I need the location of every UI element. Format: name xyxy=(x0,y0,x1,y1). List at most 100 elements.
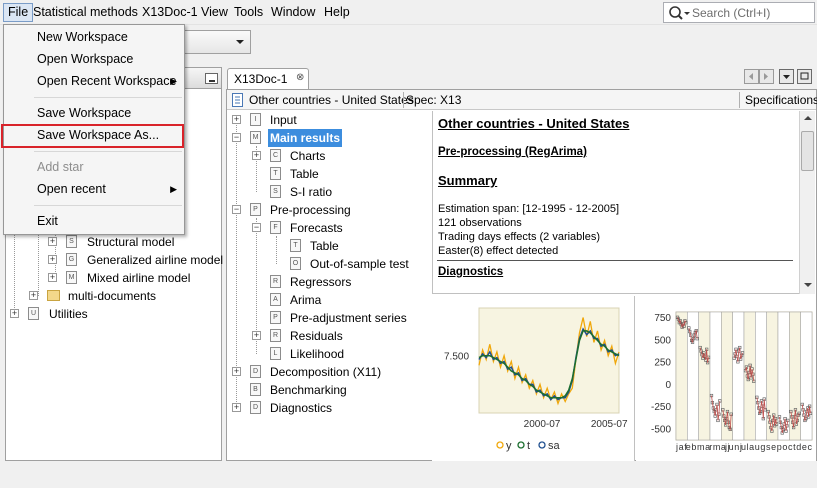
output-tree-label: Main results xyxy=(268,129,343,147)
highlight-annotation xyxy=(1,124,184,148)
node-icon: F xyxy=(270,221,281,234)
menu-open-workspace[interactable]: Open Workspace xyxy=(5,49,183,70)
model-icon: G xyxy=(66,253,77,266)
legend-label: y xyxy=(506,440,512,452)
month-band xyxy=(698,311,711,441)
month-band xyxy=(755,311,767,441)
scroll-thumb[interactable] xyxy=(801,131,814,171)
expand-icon[interactable]: + xyxy=(252,331,261,340)
legend-label: t xyxy=(527,440,530,452)
spec-label: Spec: X13 xyxy=(406,93,462,107)
node-icon: D xyxy=(250,401,261,414)
node-icon: P xyxy=(270,311,281,324)
y-tick-label: -500 xyxy=(651,424,671,435)
submenu-arrow-icon: ▶ xyxy=(170,184,177,194)
minimize-icon[interactable] xyxy=(205,73,218,84)
output-tree-label: Table xyxy=(290,167,319,181)
node-icon: M xyxy=(250,131,261,144)
month-band xyxy=(675,311,688,441)
menu-help[interactable]: Help xyxy=(320,3,354,22)
expand-icon[interactable]: + xyxy=(232,367,241,376)
menu-view[interactable]: View xyxy=(197,3,232,22)
output-tree-label: Pre-processing xyxy=(270,203,351,217)
output-tree-label: Input xyxy=(270,113,297,127)
node-icon: I xyxy=(250,113,261,126)
legend-marker xyxy=(538,441,546,449)
divider xyxy=(437,260,793,261)
expand-icon[interactable]: + xyxy=(48,255,57,264)
y-tick-label: 500 xyxy=(654,335,671,346)
menu-open-recent-workspace[interactable]: Open Recent Workspace ▶ xyxy=(5,71,183,92)
output-tree-label: Likelihood xyxy=(290,347,345,361)
menu-tools[interactable]: Tools xyxy=(230,3,267,22)
expand-icon[interactable]: − xyxy=(232,205,241,214)
utilities-icon: U xyxy=(28,307,39,320)
summary-heading: Summary xyxy=(438,173,498,188)
summary-line: Trading days effects (2 variables) xyxy=(438,231,601,243)
output-tree-label: Residuals xyxy=(290,329,343,343)
series-name: Other countries - United States xyxy=(249,93,414,107)
node-icon: D xyxy=(250,365,261,378)
output-tree-label: Forecasts xyxy=(290,221,343,235)
tree-line xyxy=(38,230,39,296)
expand-icon[interactable]: + xyxy=(10,309,19,318)
menu-separator xyxy=(34,205,182,206)
close-tab-icon[interactable]: ⊗ xyxy=(296,72,304,83)
menu-window[interactable]: Window xyxy=(267,3,319,22)
series-chart: 7.500 2000-07 2005-07 y t sa xyxy=(432,296,635,461)
specifications-button[interactable]: Specifications xyxy=(745,93,817,107)
tree-line xyxy=(14,232,15,314)
output-tree-label: S-I ratio xyxy=(290,185,333,199)
search-icon xyxy=(669,6,690,20)
menu-separator xyxy=(34,151,182,152)
diagnostics-heading: Diagnostics xyxy=(438,266,504,278)
document-info-bar: Other countries - United States Spec: X1… xyxy=(227,90,817,110)
expand-icon[interactable]: + xyxy=(48,273,57,282)
scroll-up-icon[interactable] xyxy=(803,114,813,122)
divider xyxy=(403,92,404,108)
y-tick-label: -250 xyxy=(651,402,671,413)
toolbar-combo[interactable] xyxy=(183,30,251,54)
scroll-down-icon[interactable] xyxy=(803,281,813,289)
preprocessing-link[interactable]: Pre-processing (RegArima) xyxy=(438,146,587,158)
search-input[interactable]: Search (Ctrl+I) xyxy=(663,2,815,23)
output-tree-label: Pre-adjustment series xyxy=(290,311,407,325)
expand-icon[interactable]: − xyxy=(252,223,261,232)
month-band xyxy=(687,311,699,441)
series-chart-svg: 7.500 2000-07 2005-07 y t sa xyxy=(444,307,628,452)
node-icon: P xyxy=(250,203,261,216)
node-icon: R xyxy=(270,275,281,288)
y-tick-label: 250 xyxy=(654,358,671,369)
tab-x13doc-1[interactable]: X13Doc-1 ⊗ xyxy=(227,68,309,90)
menu-exit[interactable]: Exit xyxy=(5,211,183,232)
search-placeholder: Search (Ctrl+I) xyxy=(692,6,771,20)
summary-line: 121 observations xyxy=(438,217,522,229)
node-icon: S xyxy=(270,185,281,198)
expand-icon[interactable]: + xyxy=(232,115,241,124)
si-ratio-chart-svg: 750 500 250 0 -250 -500 j a fe b m ar m aj ju … xyxy=(651,311,813,452)
menu-statistical-methods[interactable]: Statistical methods xyxy=(29,3,142,22)
expand-icon[interactable]: + xyxy=(232,403,241,412)
node-icon: T xyxy=(290,239,301,252)
summary-line: Easter(8) effect detected xyxy=(438,245,559,257)
expand-icon[interactable]: + xyxy=(29,291,38,300)
legend-marker xyxy=(496,441,504,449)
tab-navigation-controls[interactable] xyxy=(744,69,816,85)
expand-icon[interactable]: − xyxy=(232,133,241,142)
expand-icon[interactable]: + xyxy=(252,151,261,160)
output-tree-label: Benchmarking xyxy=(270,383,347,397)
node-icon: A xyxy=(270,293,281,306)
month-band xyxy=(732,311,745,441)
model-icon: S xyxy=(66,235,77,248)
menu-open-recent[interactable]: Open recent ▶ xyxy=(5,179,183,200)
x-tick-labels: j a fe b m ar m aj ju n ju l a u g s e p… xyxy=(675,442,813,452)
result-scrollbar[interactable] xyxy=(799,111,815,294)
x-tick-label: 2005-07 xyxy=(591,419,628,430)
legend-label: sa xyxy=(548,440,561,452)
result-title: Other countries - United States xyxy=(438,116,630,131)
expand-icon[interactable]: + xyxy=(48,237,57,246)
menu-save-workspace[interactable]: Save Workspace xyxy=(5,103,183,124)
status-bar xyxy=(0,463,817,488)
menu-x13doc[interactable]: X13Doc-1 xyxy=(138,3,202,22)
menu-new-workspace[interactable]: New Workspace xyxy=(5,27,183,48)
